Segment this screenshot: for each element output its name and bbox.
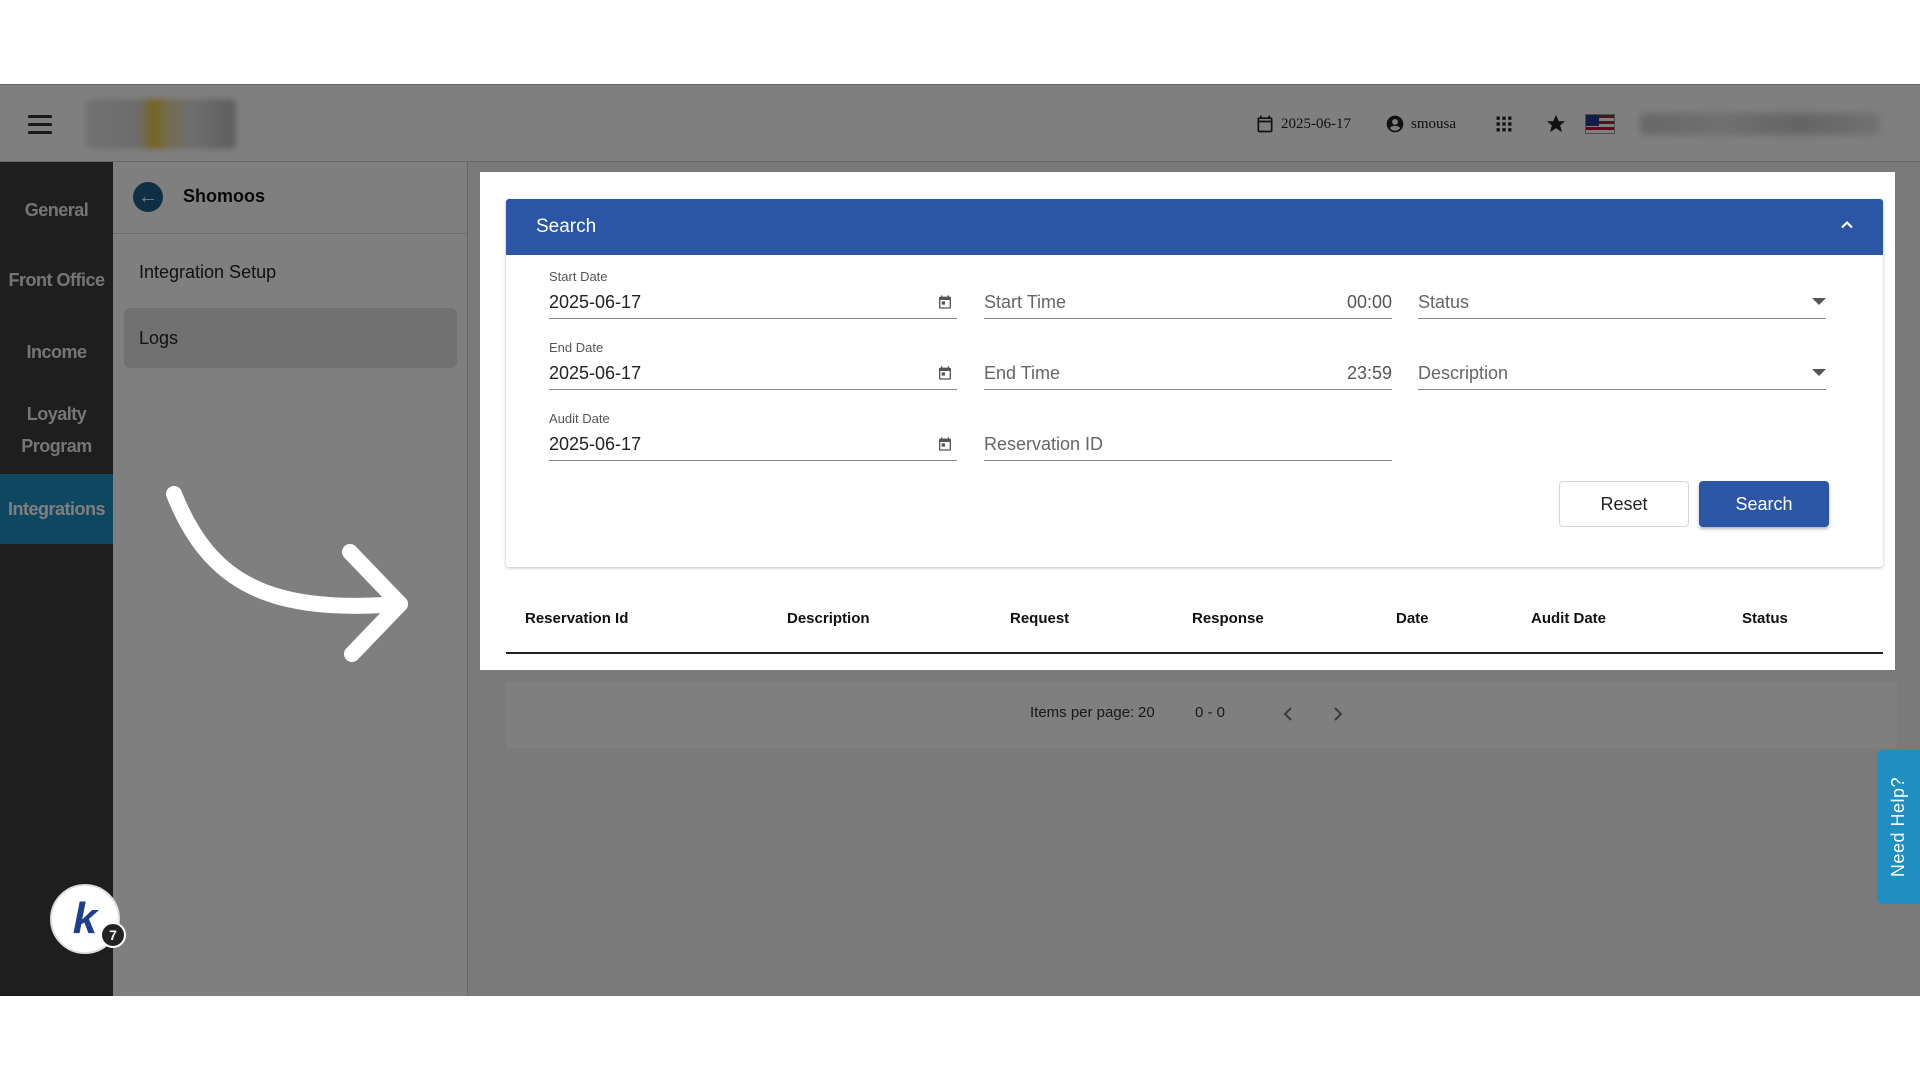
start-time-value: 00:00 <box>1346 292 1392 312</box>
audit-date-value: 2025-06-17 <box>549 434 642 454</box>
apps-grid-icon[interactable] <box>1494 85 1514 163</box>
end-time-field[interactable]: End Time 23:59 <box>984 340 1392 390</box>
sidebar-item-loyalty-program[interactable]: Loyalty Program <box>0 390 113 470</box>
start-time-field[interactable]: Start Time 00:00 <box>984 269 1392 319</box>
subnav-item-logs[interactable]: Logs <box>124 308 457 368</box>
back-arrow-icon[interactable]: ← <box>133 182 163 212</box>
column-header-status[interactable]: Status <box>1742 610 1788 627</box>
overlay-dim-right <box>1895 172 1920 670</box>
reservation-id-input[interactable]: Reservation ID <box>984 411 1392 461</box>
property-name-placeholder <box>1640 113 1880 135</box>
sidebar-item-front-office[interactable]: Front Office <box>0 252 113 308</box>
sidebar-item-label: Front Office <box>8 270 106 290</box>
logs-table-header: Reservation Id Description Request Respo… <box>506 584 1883 654</box>
table-paginator: Items per page: 20 0 - 0 <box>506 682 1897 748</box>
search-panel-title: Search <box>536 216 597 237</box>
subnav-item-integration-setup[interactable]: Integration Setup <box>124 242 457 302</box>
items-per-page-select[interactable]: 20 <box>1138 704 1155 721</box>
start-date-value: 2025-06-17 <box>549 292 642 312</box>
end-time-value: 23:59 <box>1346 363 1392 383</box>
sidebar-item-general[interactable]: General <box>0 182 113 238</box>
user-menu[interactable]: smousa <box>1385 85 1456 163</box>
dropdown-caret-icon <box>1812 298 1826 305</box>
favorites-star-icon[interactable] <box>1545 85 1567 163</box>
need-help-tab[interactable]: Need Help? <box>1877 750 1920 904</box>
subnav-title: Shomoos <box>183 186 266 206</box>
chevron-up-icon[interactable] <box>1837 215 1857 235</box>
end-date-field[interactable]: End Date 2025-06-17 <box>549 340 957 390</box>
calendar-icon[interactable] <box>937 436 953 452</box>
status-select[interactable]: Status <box>1418 269 1826 319</box>
sidebar-item-label: Income <box>26 342 87 362</box>
sidebar-item-label: Loyalty Program <box>21 404 92 456</box>
logs-content-card: Search Start Date 2025-06-17 End Date 20… <box>480 172 1895 670</box>
end-date-label: End Date <box>549 340 604 355</box>
start-date-field[interactable]: Start Date 2025-06-17 <box>549 269 957 319</box>
top-bar: 2025-06-17 smousa <box>0 84 1920 162</box>
business-date[interactable]: 2025-06-17 <box>1255 85 1351 163</box>
start-date-label: Start Date <box>549 269 608 284</box>
calendar-icon[interactable] <box>937 365 953 381</box>
status-placeholder: Status <box>1418 292 1470 312</box>
search-panel-header[interactable]: Search <box>506 199 1883 255</box>
brand-logo <box>86 99 236 149</box>
column-header-response[interactable]: Response <box>1192 610 1264 627</box>
search-button[interactable]: Search <box>1699 481 1829 527</box>
column-header-description[interactable]: Description <box>787 610 870 627</box>
column-header-audit-date[interactable]: Audit Date <box>1531 610 1606 627</box>
star-icon <box>1546 114 1566 133</box>
subnav-header: ← Shomoos <box>113 162 467 234</box>
items-per-page-label: Items per page: <box>1030 704 1135 721</box>
sidebar-item-label: Integrations <box>7 499 106 519</box>
column-header-date[interactable]: Date <box>1396 610 1429 627</box>
main-sidebar: General Front Office Income Loyalty Prog… <box>0 162 113 996</box>
calendar-icon[interactable] <box>937 294 953 310</box>
app-frame: 2025-06-17 smousa General Front Office I… <box>0 84 1920 996</box>
chevron-right-icon[interactable] <box>1326 702 1350 726</box>
notification-badge: 7 <box>100 922 126 948</box>
calendar-icon <box>1257 115 1273 133</box>
column-header-reservation-id[interactable]: Reservation Id <box>525 610 628 627</box>
property-name-blurred[interactable] <box>1640 85 1880 163</box>
column-header-request[interactable]: Request <box>1010 610 1069 627</box>
user-circle-icon <box>1386 115 1404 133</box>
k-logo-icon: k <box>72 894 98 943</box>
grid-icon <box>1496 116 1512 132</box>
subnav-item-label: Integration Setup <box>139 261 277 282</box>
dropdown-caret-icon <box>1812 369 1826 376</box>
end-time-label: End Time <box>984 363 1061 383</box>
description-placeholder: Description <box>1418 363 1509 383</box>
start-time-label: Start Time <box>984 292 1067 312</box>
page-range: 0 - 0 <box>1195 704 1226 721</box>
sidebar-item-label: General <box>24 200 89 220</box>
business-date-text: 2025-06-17 <box>1281 115 1351 132</box>
integration-subnav: ← Shomoos Integration Setup Logs <box>113 162 468 996</box>
hamburger-menu-icon[interactable] <box>24 108 56 140</box>
search-panel: Search Start Date 2025-06-17 End Date 20… <box>506 199 1883 567</box>
audit-date-field[interactable]: Audit Date 2025-06-17 <box>549 411 957 461</box>
end-date-value: 2025-06-17 <box>549 363 642 383</box>
reset-button[interactable]: Reset <box>1559 481 1689 527</box>
sidebar-item-income[interactable]: Income <box>0 324 113 380</box>
description-select[interactable]: Description <box>1418 340 1826 390</box>
sidebar-item-integrations[interactable]: Integrations <box>0 474 113 544</box>
chevron-left-icon[interactable] <box>1276 702 1300 726</box>
subnav-item-label: Logs <box>139 327 179 348</box>
language-flag-icon[interactable] <box>1585 85 1615 163</box>
audit-date-label: Audit Date <box>549 411 610 426</box>
username-text: smousa <box>1411 115 1456 132</box>
us-flag-icon <box>1585 114 1615 134</box>
need-help-label: Need Help? <box>1888 776 1908 878</box>
reservation-id-placeholder: Reservation ID <box>984 434 1104 454</box>
